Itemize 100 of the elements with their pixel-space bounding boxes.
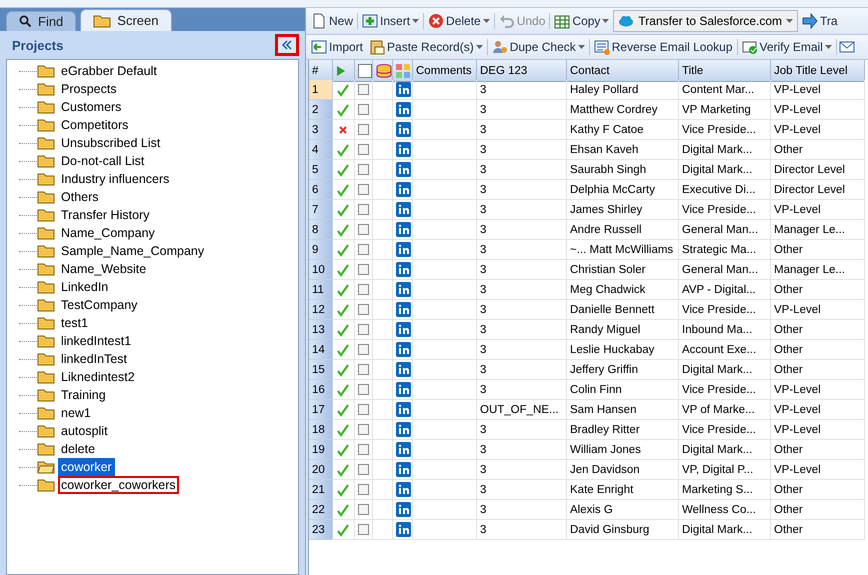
- row-number[interactable]: 1: [309, 80, 333, 100]
- column-header[interactable]: DEG 123: [477, 60, 567, 82]
- tree-item[interactable]: new1: [58, 404, 94, 422]
- tree-item[interactable]: Liknedintest2: [58, 368, 138, 386]
- checkbox[interactable]: [358, 164, 369, 175]
- checkbox[interactable]: [358, 444, 369, 455]
- checkbox[interactable]: [358, 344, 369, 355]
- tree-item[interactable]: Others: [58, 188, 102, 206]
- row-number[interactable]: 5: [309, 160, 333, 180]
- checkbox[interactable]: [358, 304, 369, 315]
- folder-icon: [37, 244, 55, 258]
- row-number[interactable]: 20: [309, 460, 333, 480]
- toolbar-button[interactable]: New: [309, 13, 356, 29]
- tree-item[interactable]: test1: [58, 314, 92, 332]
- checkbox[interactable]: [358, 484, 369, 495]
- tree-item[interactable]: Prospects: [58, 80, 120, 98]
- tree-item[interactable]: Unsubscribed List: [58, 134, 164, 152]
- tree-item[interactable]: Name_Website: [58, 260, 150, 278]
- row-number[interactable]: 9: [309, 240, 333, 260]
- checkbox[interactable]: [358, 464, 369, 475]
- toolbar-button[interactable]: Copy: [552, 13, 612, 29]
- checkbox[interactable]: [358, 404, 369, 415]
- column-header[interactable]: Comments: [413, 60, 477, 82]
- checkbox[interactable]: [358, 204, 369, 215]
- tree-item[interactable]: Transfer History: [58, 206, 152, 224]
- row-number[interactable]: 23: [309, 520, 333, 540]
- tree-item[interactable]: Competitors: [58, 116, 132, 134]
- column-header[interactable]: Contact: [567, 60, 679, 82]
- row-number[interactable]: 18: [309, 420, 333, 440]
- checkbox[interactable]: [358, 364, 369, 375]
- column-header[interactable]: [373, 60, 393, 82]
- checkbox[interactable]: [358, 224, 369, 235]
- transfer-dropdown[interactable]: Transfer to Salesforce.com: [613, 10, 798, 32]
- toolbar-button[interactable]: Paste Record(s): [367, 39, 485, 55]
- row-number[interactable]: 22: [309, 500, 333, 520]
- table-cell: Kate Enright: [567, 480, 679, 500]
- tree-item[interactable]: Training: [58, 386, 109, 404]
- row-number[interactable]: 19: [309, 440, 333, 460]
- row-number[interactable]: 14: [309, 340, 333, 360]
- checkbox[interactable]: [358, 144, 369, 155]
- toolbar-button[interactable]: Reverse Email Lookup: [592, 39, 734, 55]
- table-cell: Manager Le...: [771, 220, 865, 240]
- row-number[interactable]: 21: [309, 480, 333, 500]
- column-header[interactable]: #: [309, 60, 333, 82]
- column-header[interactable]: Title: [679, 60, 771, 82]
- tree-item[interactable]: Customers: [58, 98, 124, 116]
- row-number[interactable]: 15: [309, 360, 333, 380]
- row-number[interactable]: 17: [309, 400, 333, 420]
- tree-item[interactable]: Sample_Name_Company: [58, 242, 208, 260]
- tree-item[interactable]: linkedInTest: [58, 350, 130, 368]
- tree-item[interactable]: coworker_coworkers: [58, 476, 179, 494]
- tree-item[interactable]: Do-not-call List: [58, 152, 148, 170]
- checkbox[interactable]: [358, 184, 369, 195]
- toolbar-button[interactable]: Tra: [800, 13, 840, 29]
- checkbox[interactable]: [358, 504, 369, 515]
- tree-item[interactable]: eGrabber Default: [58, 62, 160, 80]
- tree-item[interactable]: LinkedIn: [58, 278, 112, 296]
- row-number[interactable]: 6: [309, 180, 333, 200]
- row-number[interactable]: 3: [309, 120, 333, 140]
- tree-item[interactable]: linkedIntest1: [58, 332, 134, 350]
- tree-item[interactable]: autosplit: [58, 422, 111, 440]
- row-number[interactable]: 12: [309, 300, 333, 320]
- tree-item[interactable]: coworker: [58, 458, 115, 476]
- checkbox[interactable]: [358, 424, 369, 435]
- checkbox[interactable]: [358, 104, 369, 115]
- checkbox[interactable]: [358, 384, 369, 395]
- row-number[interactable]: 10: [309, 260, 333, 280]
- tab[interactable]: Screen: [80, 9, 172, 31]
- toolbar-button[interactable]: Delete: [426, 13, 492, 29]
- row-number[interactable]: 7: [309, 200, 333, 220]
- checkbox[interactable]: [358, 64, 372, 78]
- row-number[interactable]: 16: [309, 380, 333, 400]
- checkbox[interactable]: [358, 264, 369, 275]
- column-header[interactable]: [355, 60, 373, 82]
- checkbox[interactable]: [358, 244, 369, 255]
- folder-icon: [37, 172, 55, 186]
- tree-item[interactable]: delete: [58, 440, 98, 458]
- column-header[interactable]: [393, 60, 413, 82]
- row-number[interactable]: 2: [309, 100, 333, 120]
- tree-item[interactable]: TestCompany: [58, 296, 140, 314]
- tree-item[interactable]: Industry influencers: [58, 170, 172, 188]
- checkbox[interactable]: [358, 84, 369, 95]
- checkbox[interactable]: [358, 284, 369, 295]
- folder-icon: [37, 136, 55, 150]
- collapse-button[interactable]: [275, 34, 299, 56]
- column-header[interactable]: [333, 60, 355, 82]
- row-number[interactable]: 13: [309, 320, 333, 340]
- tab[interactable]: Find: [6, 11, 76, 31]
- row-number[interactable]: 8: [309, 220, 333, 240]
- row-number[interactable]: 11: [309, 280, 333, 300]
- row-number[interactable]: 4: [309, 140, 333, 160]
- tree-item[interactable]: Name_Company: [58, 224, 158, 242]
- toolbar-button[interactable]: Insert: [360, 13, 422, 29]
- toolbar-button[interactable]: Import: [309, 39, 366, 55]
- toolbar-button[interactable]: Dupe Check: [490, 39, 587, 55]
- checkbox[interactable]: [358, 124, 369, 135]
- toolbar-button[interactable]: Verify Email: [740, 39, 834, 55]
- checkbox[interactable]: [358, 524, 369, 535]
- checkbox[interactable]: [358, 324, 369, 335]
- column-header[interactable]: Job Title Level: [771, 60, 865, 82]
